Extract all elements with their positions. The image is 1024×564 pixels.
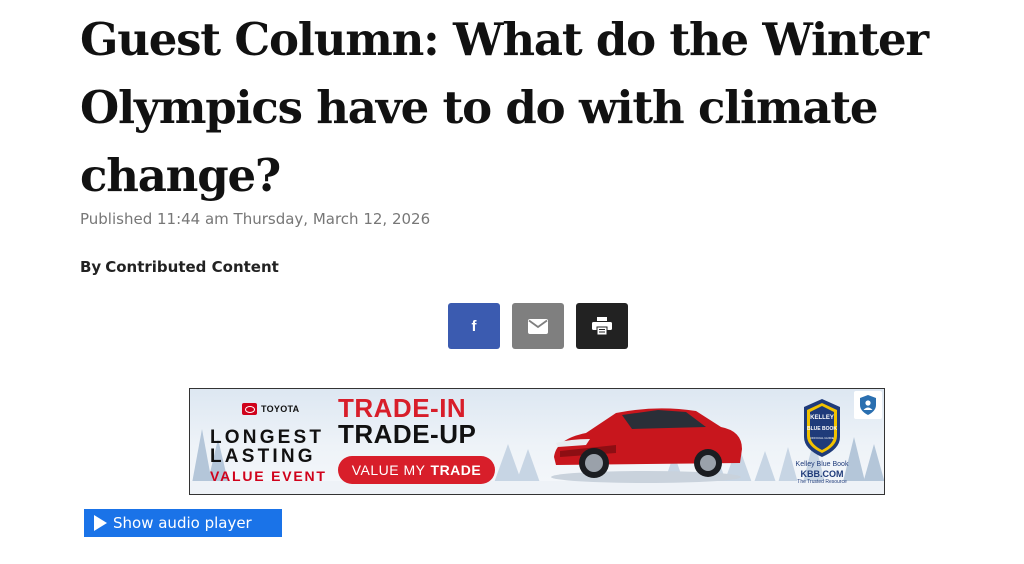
article-headline: Guest Column: What do the Winter Olympic… xyxy=(80,13,929,202)
share-toolbar: f xyxy=(448,303,628,349)
play-icon xyxy=(94,515,107,531)
kbb-logo: KELLEY BLUE BOOK OFFICIAL GUIDE Kelley B… xyxy=(790,399,854,486)
kbb-url: KBB.COM xyxy=(800,469,844,479)
byline-prefix: By xyxy=(80,258,102,276)
adchoices-icon xyxy=(860,395,876,415)
print-button[interactable] xyxy=(576,303,628,349)
published-timestamp: Published 11:44 am Thursday, March 12, 2… xyxy=(80,210,431,228)
print-icon xyxy=(592,317,612,335)
kbb-seal-top: KELLEY xyxy=(810,415,834,421)
ad-trade-up: TRADE-UP xyxy=(338,419,477,449)
kbb-seal-icon: KELLEY BLUE BOOK OFFICIAL GUIDE xyxy=(804,399,840,457)
byline-author[interactable]: Contributed Content xyxy=(105,258,279,276)
toyota-wordmark: TOYOTA xyxy=(261,404,300,414)
facebook-share-button[interactable]: f xyxy=(448,303,500,349)
ad-value-event: VALUE EVENT xyxy=(210,468,327,484)
kbb-name: Kelley Blue Book xyxy=(795,461,849,468)
toyota-ad-banner[interactable]: TOYOTA LONGEST LASTING VALUE EVENT TRADE… xyxy=(189,388,885,495)
audio-button-label: Show audio player xyxy=(113,514,252,532)
byline: By Contributed Content xyxy=(80,258,279,276)
show-audio-player-button[interactable]: Show audio player xyxy=(84,509,282,537)
cta-prefix: VALUE MY xyxy=(351,462,426,478)
toyota-logo-icon xyxy=(242,403,257,415)
ad-lasting: LASTING xyxy=(210,446,316,467)
red-car-image xyxy=(551,408,742,483)
value-my-trade-button[interactable]: VALUE MY TRADE xyxy=(338,456,495,484)
kbb-tagline: The Trusted Resource xyxy=(797,479,847,485)
adchoices-button[interactable] xyxy=(854,391,882,419)
email-icon xyxy=(528,318,548,334)
kbb-seal-mid: BLUE BOOK xyxy=(807,426,837,432)
facebook-icon: f xyxy=(471,317,477,335)
kbb-seal-bottom: OFFICIAL GUIDE xyxy=(810,436,834,440)
email-share-button[interactable] xyxy=(512,303,564,349)
toyota-brand: TOYOTA xyxy=(242,403,299,415)
cta-bold: TRADE xyxy=(430,462,482,478)
